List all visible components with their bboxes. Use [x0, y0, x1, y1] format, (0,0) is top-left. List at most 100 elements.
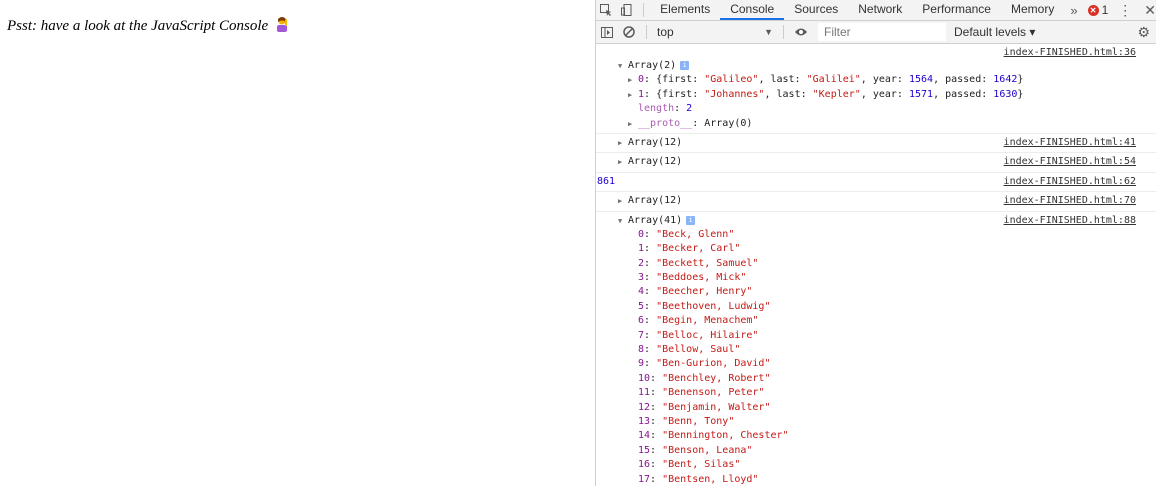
item-value: "Begin, Menachem": [656, 315, 759, 327]
array-summary: Array(12): [628, 156, 683, 168]
page-message-text: Psst: have a look at the JavaScript Cons…: [7, 18, 269, 34]
source-link[interactable]: index-FINISHED.html:88: [1004, 215, 1136, 226]
item-index: 14: [638, 430, 651, 442]
list-item: 12: "Benjamin, Walter": [638, 401, 771, 413]
tab-console[interactable]: Console: [720, 0, 785, 20]
expand-down-icon: ▼: [618, 216, 623, 225]
console-entry: index-FINISHED.html:62 861: [596, 173, 1156, 193]
length-label: length: [638, 103, 675, 115]
item-index: 10: [638, 372, 651, 384]
eye-icon[interactable]: [790, 21, 812, 43]
item-value: "Benn, Tony": [662, 415, 735, 427]
array-item[interactable]: ▶ 0: {first: "Galileo", last: "Galilei", …: [618, 73, 1136, 87]
item-year: 1571: [908, 88, 934, 100]
item-index: 12: [638, 401, 651, 413]
item-value: "Ben-Gurion, David": [656, 358, 771, 370]
source-link[interactable]: index-FINISHED.html:36: [1004, 47, 1136, 58]
tab-memory[interactable]: Memory: [1001, 0, 1064, 20]
item-index: 17: [638, 473, 651, 485]
tab-performance[interactable]: Performance: [912, 0, 1001, 20]
proto-label: __proto__: [638, 117, 693, 129]
array-header[interactable]: ▼ Array(2) i: [618, 59, 1136, 73]
sidebar-toggle-icon[interactable]: [596, 21, 618, 43]
expand-right-icon: ▶: [628, 76, 633, 85]
console-entry: index-FINISHED.html:54 ▶ Array(12): [596, 153, 1156, 173]
item-value: "Bellow, Saul": [656, 344, 741, 356]
kebab-menu-icon[interactable]: ⋮: [1118, 2, 1132, 19]
close-icon[interactable]: ✕: [1144, 2, 1156, 19]
expand-right-icon: ▶: [618, 197, 623, 206]
list-item: 11: "Benenson, Peter": [638, 387, 765, 399]
console-output: index-FINISHED.html:36 ▼ Array(2) i ▶ 0: {f…: [596, 44, 1156, 486]
clear-console-icon[interactable]: [618, 21, 640, 43]
chevron-down-icon: ▼: [764, 27, 773, 37]
devtools-tabbar: Elements Console Sources Network Perform…: [596, 0, 1156, 21]
item-index: 3: [638, 272, 645, 284]
context-label: top: [657, 25, 674, 39]
list-item: 4: "Beecher, Henry": [638, 286, 753, 298]
list-item: 0: "Beck, Glenn": [638, 228, 735, 240]
expand-right-icon: ▶: [618, 158, 623, 167]
expand-down-icon: ▼: [618, 62, 623, 70]
item-index: 11: [638, 387, 651, 399]
error-badge[interactable]: ✕ 1: [1087, 3, 1108, 17]
item-index: 7: [638, 329, 645, 341]
item-value: "Benchley, Robert": [662, 372, 771, 384]
proto-value: Array(0): [704, 117, 753, 129]
item-index: 4: [638, 286, 645, 298]
source-link[interactable]: index-FINISHED.html:62: [1004, 176, 1136, 187]
array-items: 0: "Beck, Glenn" 1: "Becker, Carl" 2: "Bec…: [618, 228, 1136, 486]
source-link[interactable]: index-FINISHED.html:70: [1004, 195, 1136, 206]
array-item[interactable]: ▶ 1: {first: "Johannes", last: "Kepler", …: [618, 88, 1136, 102]
item-value: "Benenson, Peter": [662, 387, 765, 399]
item-index: 13: [638, 415, 651, 427]
toolbar-divider: [646, 25, 647, 39]
array-proto[interactable]: ▶ __proto__: Array(0): [618, 117, 1136, 131]
device-toolbar-icon[interactable]: [617, 0, 638, 20]
item-index: 8: [638, 344, 645, 356]
more-tabs-button[interactable]: »: [1064, 3, 1083, 18]
info-icon: i: [686, 215, 696, 225]
list-item: 16: "Bent, Silas": [638, 459, 741, 471]
list-item: 2: "Beckett, Samuel": [638, 257, 759, 269]
source-link[interactable]: index-FINISHED.html:41: [1004, 137, 1136, 148]
array-length: length: 2: [638, 103, 693, 115]
item-passed: 1642: [993, 74, 1018, 86]
list-item: 15: "Benson, Leana": [638, 444, 753, 456]
tab-sources[interactable]: Sources: [784, 0, 848, 20]
list-item: 3: "Beddoes, Mick": [638, 272, 747, 284]
item-index: 16: [638, 459, 651, 471]
item-value: "Beddoes, Mick": [656, 272, 747, 284]
item-value: "Beckett, Samuel": [656, 257, 759, 269]
item-value: "Benson, Leana": [662, 444, 753, 456]
info-icon: i: [680, 61, 690, 70]
item-value: "Becker, Carl": [656, 243, 741, 255]
array-summary: Array(12): [628, 136, 683, 148]
item-year: 1564: [908, 74, 934, 86]
length-value: 2: [686, 103, 693, 115]
log-levels-dropdown[interactable]: Default levels ▾: [954, 25, 1035, 39]
error-icon: ✕: [1087, 4, 1099, 16]
console-entry: index-FINISHED.html:88 ▼ Array(41) i 0: "B…: [596, 212, 1156, 486]
item-value: "Beecher, Henry": [656, 286, 753, 298]
inspect-icon[interactable]: [596, 0, 617, 20]
item-key: 0: [638, 74, 645, 86]
console-toolbar: top ▼ Default levels ▾ ⚙: [596, 21, 1156, 44]
source-link[interactable]: index-FINISHED.html:54: [1004, 156, 1136, 167]
item-first: "Galileo": [704, 74, 759, 86]
filter-input[interactable]: [818, 23, 946, 41]
item-value: "Bennington, Chester": [662, 430, 789, 442]
item-value: "Bent, Silas": [662, 459, 741, 471]
expand-right-icon: ▶: [628, 90, 633, 99]
settings-gear-icon[interactable]: ⚙: [1137, 24, 1150, 41]
item-first: "Johannes": [704, 88, 765, 100]
item-value: "Beethoven, Ludwig": [656, 300, 771, 312]
array-summary: Array(12): [628, 195, 683, 207]
context-selector[interactable]: top ▼: [653, 21, 777, 43]
page-message: Psst: have a look at the JavaScript Cons…: [7, 16, 290, 35]
tab-network[interactable]: Network: [848, 0, 912, 20]
item-value: "Benjamin, Walter": [662, 401, 771, 413]
list-item: 14: "Bennington, Chester": [638, 430, 789, 442]
tab-elements[interactable]: Elements: [650, 0, 720, 20]
item-passed: 1630: [993, 88, 1018, 100]
